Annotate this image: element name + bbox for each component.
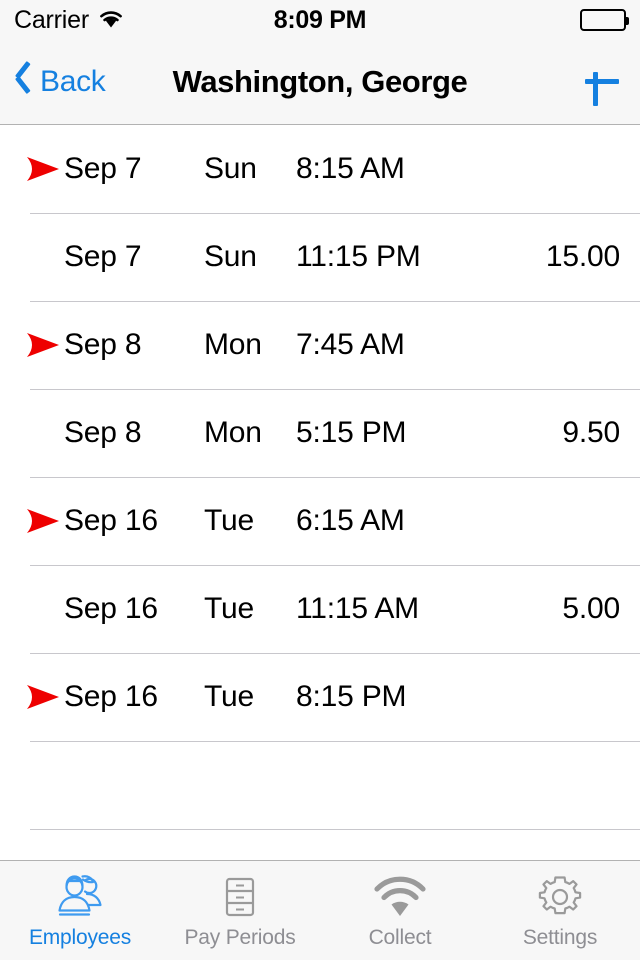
entry-day: Mon — [204, 416, 262, 449]
entry-time: 11:15 PM — [296, 240, 421, 273]
tab-label: Collect — [368, 925, 432, 949]
back-button[interactable]: Back — [14, 65, 106, 99]
row-marker — [22, 156, 64, 182]
entry-amount: 15.00 — [545, 240, 620, 273]
tab-collect[interactable]: Collect — [320, 861, 480, 960]
entry-date: Sep 16 — [64, 592, 158, 625]
entry-date: Sep 7 — [64, 240, 142, 273]
status-bar: Carrier 8:09 PM — [0, 0, 640, 40]
table-row[interactable]: Sep 8 Mon 5:15 PM 9.50 — [0, 389, 640, 477]
tab-label: Settings — [522, 925, 598, 949]
entry-amount: 9.50 — [562, 416, 620, 449]
entry-time: 7:45 AM — [296, 328, 405, 361]
entry-day: Sun — [204, 152, 257, 185]
navigation-bar: Back Washington, George — [0, 40, 640, 125]
tab-pay-periods[interactable]: Pay Periods — [160, 861, 320, 960]
gear-icon — [536, 872, 584, 922]
entry-date: Sep 8 — [64, 328, 142, 361]
table-row-empty — [0, 741, 640, 829]
entry-day: Sun — [204, 240, 257, 273]
entry-date: Sep 7 — [64, 152, 142, 185]
row-marker — [22, 684, 64, 710]
entry-time: 8:15 AM — [296, 152, 405, 185]
table-row[interactable]: Sep 7 Sun 8:15 AM — [0, 125, 640, 213]
table-row[interactable]: Sep 7 Sun 11:15 PM 15.00 — [0, 213, 640, 301]
status-bar-clock: 8:09 PM — [273, 5, 367, 34]
clock-in-arrow-icon — [27, 685, 59, 709]
entry-day: Tue — [204, 592, 254, 625]
status-bar-right — [580, 9, 629, 31]
table-row[interactable]: Sep 16 Tue 11:15 AM 5.00 — [0, 565, 640, 653]
table-row[interactable]: Sep 16 Tue 6:15 AM — [0, 477, 640, 565]
table-row[interactable]: Sep 16 Tue 8:15 PM — [0, 653, 640, 741]
row-marker — [22, 508, 64, 534]
tab-settings[interactable]: Settings — [480, 861, 640, 960]
time-entries-list: Sep 7 Sun 8:15 AM Sep 7 Sun 11:15 PM 15.… — [0, 125, 640, 860]
entry-date: Sep 8 — [64, 416, 142, 449]
file-cabinet-icon — [217, 872, 263, 922]
wifi-icon — [373, 872, 427, 922]
table-row[interactable]: Sep 8 Mon 7:45 AM — [0, 301, 640, 389]
clock-in-arrow-icon — [27, 509, 59, 533]
clock-in-arrow-icon — [27, 333, 59, 357]
entry-date: Sep 16 — [64, 680, 158, 713]
entry-amount: 5.00 — [562, 592, 620, 625]
add-entry-button[interactable] — [578, 58, 626, 106]
tab-label: Pay Periods — [184, 925, 296, 949]
tab-bar: Employees Pay Periods Collect Settings — [0, 860, 640, 960]
table-row-empty — [0, 829, 640, 860]
employees-icon — [54, 872, 106, 922]
chevron-left-icon — [14, 66, 34, 98]
entry-day: Tue — [204, 504, 254, 537]
entry-time: 11:15 AM — [296, 592, 419, 625]
entry-time: 6:15 AM — [296, 504, 405, 537]
entry-day: Mon — [204, 328, 262, 361]
app-root: Carrier 8:09 PM Back Washington, George — [0, 0, 640, 960]
tab-employees[interactable]: Employees — [0, 861, 160, 960]
row-marker — [22, 332, 64, 358]
entry-time: 5:15 PM — [296, 416, 407, 449]
back-button-label: Back — [40, 65, 106, 98]
entry-time: 8:15 PM — [296, 680, 407, 713]
entry-day: Tue — [204, 680, 254, 713]
entry-date: Sep 16 — [64, 504, 158, 537]
clock-in-arrow-icon — [27, 157, 59, 181]
tab-label: Employees — [28, 925, 132, 949]
battery-full-icon — [580, 9, 629, 31]
